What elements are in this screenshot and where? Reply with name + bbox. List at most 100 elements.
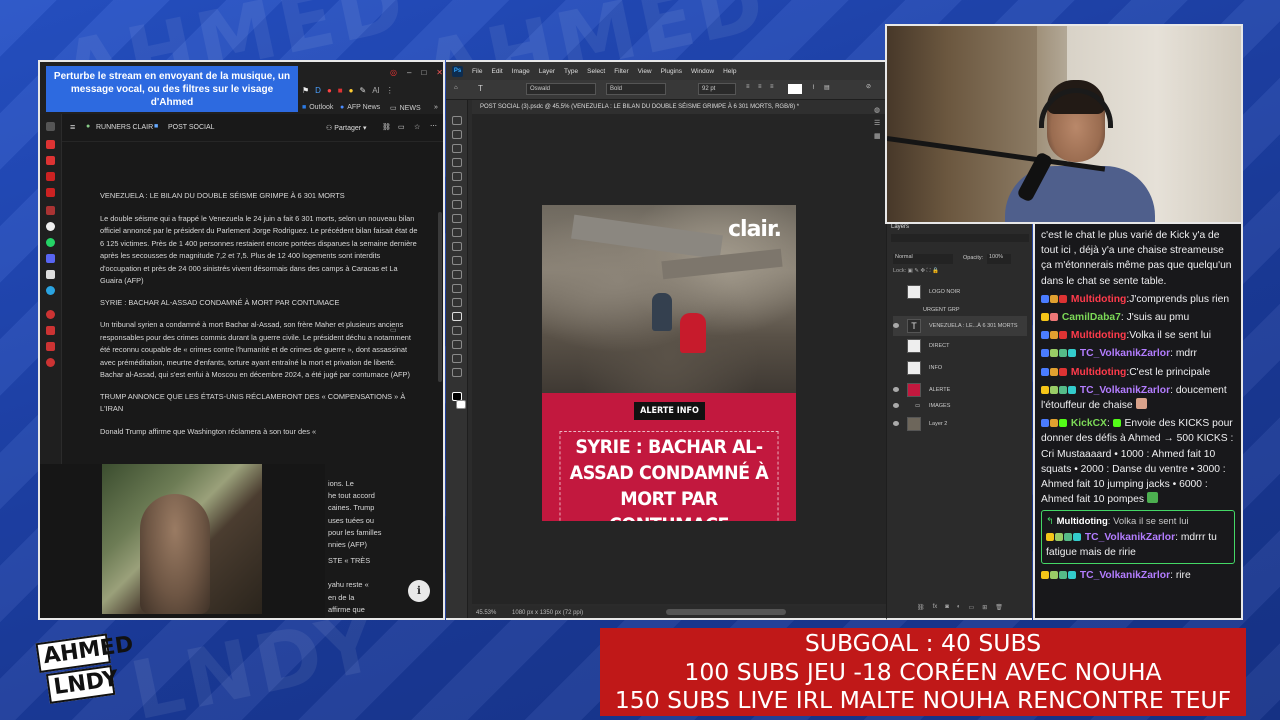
layer-row-selected[interactable]: T VENEZUELA : LE...À 6 301 MORTS <box>893 316 1027 336</box>
panel-icon[interactable]: ☰ <box>874 117 881 130</box>
comment-icon[interactable]: ▭ <box>390 326 397 334</box>
chat-username[interactable]: TC_VolkanikZarlor <box>1085 532 1175 543</box>
app-icon[interactable] <box>46 156 55 165</box>
extension-icon[interactable]: AI <box>372 86 380 95</box>
menu-type[interactable]: Type <box>564 68 578 75</box>
extension-icon[interactable]: ● <box>327 86 332 95</box>
adjustment-icon[interactable]: ◐ <box>957 604 961 611</box>
more-bookmarks-icon[interactable]: » <box>434 104 438 111</box>
eraser-tool-icon[interactable] <box>452 284 462 293</box>
ai-assistant-button[interactable]: ℹ <box>408 580 430 602</box>
bookmark-outlook[interactable]: ■ Outlook <box>302 104 333 111</box>
menu-icon[interactable]: ≡ <box>70 122 75 132</box>
chatgpt-icon[interactable] <box>46 222 55 231</box>
align-left-icon[interactable]: ≡ <box>746 84 750 90</box>
fx-icon[interactable]: fx <box>933 604 938 611</box>
layer-row[interactable]: DIRECT <box>893 336 1027 356</box>
type-tool-icon[interactable]: T <box>478 84 483 93</box>
character-panel-icon[interactable]: ▤ <box>824 84 830 91</box>
chat-username[interactable]: Multidoting <box>1071 294 1126 305</box>
more-icon[interactable]: ⋯ <box>430 122 437 130</box>
background-color-swatch[interactable] <box>456 400 466 409</box>
chat-username[interactable]: Multidoting <box>1071 367 1126 378</box>
post-headline[interactable]: SYRIE : BACHAR AL-ASSAD CONDAMNÉ À MORT … <box>559 431 779 521</box>
download-icon[interactable] <box>46 326 55 335</box>
settings-icon[interactable] <box>46 358 55 367</box>
layer-filter-bar[interactable] <box>891 234 1029 242</box>
marquee-tool-icon[interactable] <box>452 144 462 153</box>
app-icon[interactable] <box>46 188 55 197</box>
text-color-swatch[interactable] <box>788 84 802 94</box>
panel-icon[interactable]: ◍ <box>874 104 881 117</box>
discord-icon[interactable] <box>46 254 55 263</box>
new-layer-icon[interactable]: ⊞ <box>982 604 987 611</box>
chat-username[interactable]: TC_VolkanikZarlor <box>1080 570 1170 581</box>
whatsapp-icon[interactable] <box>46 238 55 247</box>
move-tool-icon[interactable] <box>452 116 462 125</box>
crop-tool-icon[interactable] <box>452 186 462 195</box>
app-icon[interactable] <box>46 206 55 215</box>
x-icon[interactable] <box>46 270 55 279</box>
extension-icon[interactable]: ⚑ <box>302 86 309 95</box>
history-brush-icon[interactable] <box>452 270 462 279</box>
magic-wand-icon[interactable] <box>452 172 462 181</box>
zoom-level[interactable]: 45.53% <box>476 610 496 616</box>
extension-icon[interactable]: ■ <box>338 86 343 95</box>
chat-username[interactable]: TC_VolkanikZarlor <box>1080 385 1170 396</box>
star-icon[interactable]: ☆ <box>414 123 420 131</box>
delete-layer-icon[interactable]: 🗑 <box>995 604 1003 611</box>
menu-window[interactable]: Window <box>691 68 714 75</box>
brush-tool-icon[interactable] <box>452 242 462 251</box>
chat-username[interactable]: KickCX <box>1071 418 1107 429</box>
menu-layer[interactable]: Layer <box>539 68 555 75</box>
history-icon[interactable] <box>46 310 55 319</box>
group-icon[interactable]: ▭ <box>969 604 975 611</box>
bookmark-news[interactable]: ▭ NEWS <box>390 104 421 113</box>
stream-chat[interactable]: c'est le chat le plus varié de Kick y'a … <box>1033 224 1243 620</box>
extension-icon[interactable]: ✎ <box>359 86 366 95</box>
path-tool-icon[interactable] <box>452 326 462 335</box>
maximize-icon[interactable]: □ <box>421 68 426 77</box>
align-center-icon[interactable]: ≡ <box>758 84 762 90</box>
menu-select[interactable]: Select <box>587 68 605 75</box>
breadcrumb-item[interactable]: POST SOCIAL <box>168 124 215 131</box>
mask-icon[interactable]: ◙ <box>945 604 949 611</box>
app-icon[interactable] <box>46 342 55 351</box>
warp-text-icon[interactable]: ⌇ <box>812 84 815 91</box>
opacity-value[interactable]: 100% <box>987 254 1011 264</box>
lasso-tool-icon[interactable] <box>452 158 462 167</box>
menu-plugins[interactable]: Plugins <box>661 68 682 75</box>
chat-username[interactable]: Multidoting <box>1071 330 1126 341</box>
eye-icon[interactable] <box>893 421 899 426</box>
chat-username[interactable]: TC_VolkanikZarlor <box>1080 348 1170 359</box>
font-family-select[interactable]: Oswald <box>526 83 596 95</box>
shape-tool-icon[interactable] <box>452 340 462 349</box>
scrollbar[interactable] <box>438 212 442 382</box>
menu-file[interactable]: File <box>472 68 482 75</box>
zoom-tool-icon[interactable] <box>452 368 462 377</box>
close-icon[interactable]: ✕ <box>436 68 443 77</box>
horizontal-scrollbar[interactable] <box>666 609 786 615</box>
eye-icon[interactable] <box>893 323 899 328</box>
share-button[interactable]: ⚇ Partager ▾ <box>326 124 367 132</box>
app-icon[interactable] <box>46 140 55 149</box>
cancel-icon[interactable]: ⊘ <box>866 83 871 90</box>
font-size-select[interactable]: 92 pt <box>698 83 736 95</box>
minimize-icon[interactable]: – <box>407 68 411 77</box>
home-icon[interactable]: ⌂ <box>454 85 458 91</box>
extension-icon[interactable]: D <box>315 86 321 95</box>
hand-tool-icon[interactable] <box>452 354 462 363</box>
layer-row[interactable]: Layer 2 <box>893 414 1027 434</box>
lock-options[interactable]: Lock: ▣ ✎ ✥ ⛶ 🔒 <box>893 268 939 275</box>
blend-mode-select[interactable]: Normal <box>893 254 953 264</box>
extension-icon[interactable]: ⋮ <box>386 86 394 95</box>
app-icon[interactable] <box>46 172 55 181</box>
layer-row[interactable]: INFO <box>893 358 1027 378</box>
gradient-tool-icon[interactable] <box>452 298 462 307</box>
record-icon[interactable]: ◎ <box>390 68 397 77</box>
healing-tool-icon[interactable] <box>452 228 462 237</box>
artboard-tool-icon[interactable] <box>452 130 462 139</box>
align-right-icon[interactable]: ≡ <box>770 84 774 90</box>
breadcrumb-item[interactable]: RUNNERS CLAIR <box>96 124 153 131</box>
stamp-tool-icon[interactable] <box>452 256 462 265</box>
